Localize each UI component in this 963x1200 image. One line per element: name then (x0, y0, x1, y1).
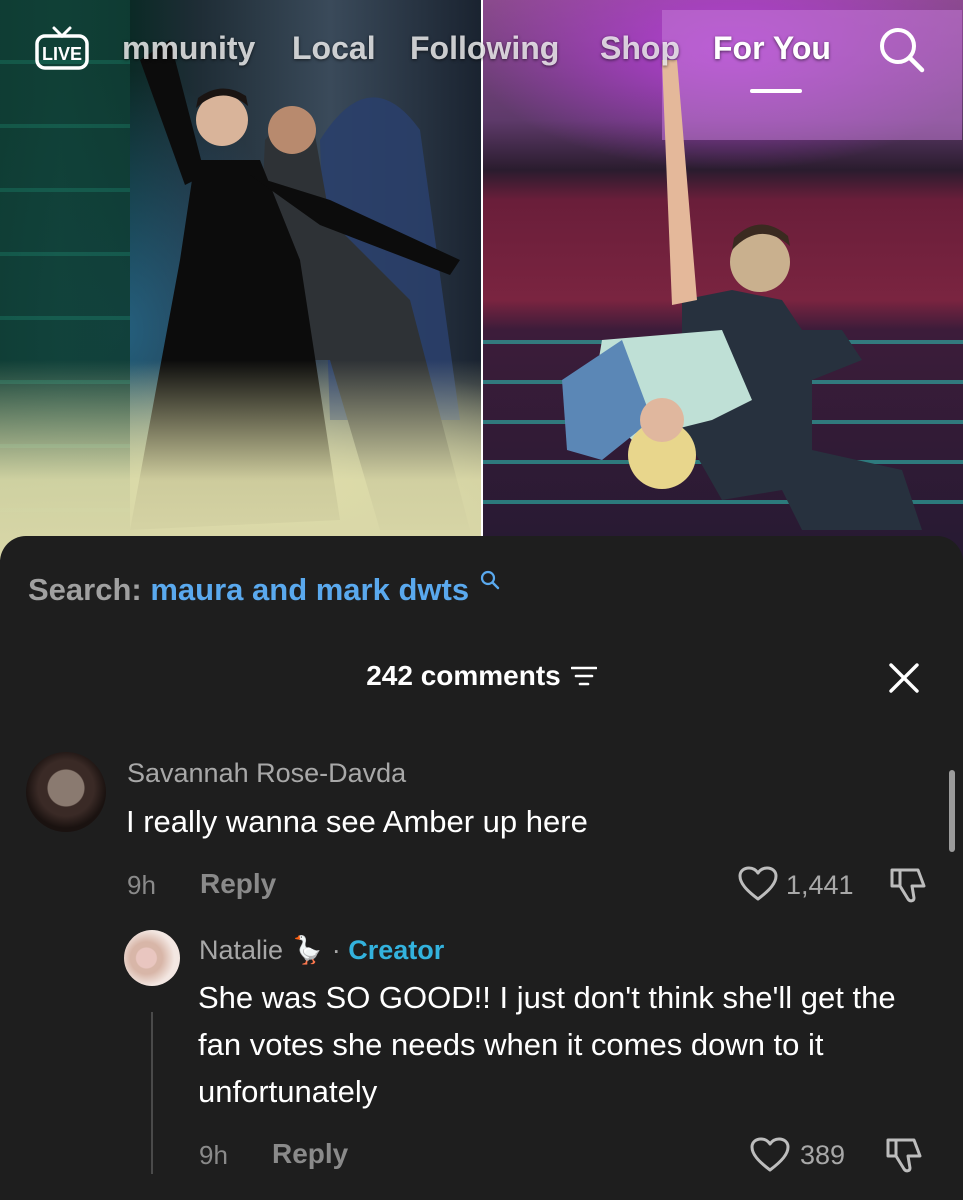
like-count: 389 (800, 1140, 846, 1170)
search-term-link[interactable]: maura and mark dwts (150, 572, 469, 607)
tab-community[interactable]: mmunity (122, 30, 255, 67)
avatar[interactable] (26, 752, 106, 832)
comments-sheet: Search: maura and mark dwts 242 comments… (0, 536, 963, 1200)
like-count: 1,441 (786, 870, 854, 900)
goose-emoji: 🪿 (290, 935, 325, 965)
tab-following[interactable]: Following (410, 30, 559, 67)
search-label: Search: (28, 572, 142, 607)
video-player[interactable]: LIVE mmunity Local Following Shop For Yo… (0, 0, 963, 560)
creator-badge: Creator (348, 935, 445, 965)
search-suggestion[interactable]: Search: maura and mark dwts (28, 570, 500, 608)
reply-button[interactable]: Reply (272, 1138, 348, 1170)
dislike-icon[interactable] (888, 866, 930, 904)
reply-author-row: Natalie 🪿 · Creator (199, 934, 444, 966)
live-label: LIVE (42, 44, 82, 64)
separator-dot: · (331, 935, 341, 965)
tab-for-you[interactable]: For You (713, 30, 831, 67)
heart-icon[interactable] (750, 1137, 790, 1173)
comment-time: 9h (127, 870, 156, 900)
comment-author[interactable]: Savannah Rose-Davda (127, 758, 406, 789)
search-icon[interactable] (876, 24, 926, 74)
active-tab-indicator (750, 89, 802, 93)
heart-icon[interactable] (738, 866, 778, 902)
thread-line (151, 1012, 153, 1174)
scrollbar[interactable] (949, 770, 955, 852)
comments-count: 242 comments (366, 660, 561, 691)
reply-text: She was SO GOOD!! I just don't think she… (198, 980, 896, 1109)
close-icon[interactable] (888, 662, 920, 694)
tab-shop[interactable]: Shop (600, 30, 680, 67)
sort-icon[interactable] (570, 665, 597, 687)
comment-text: I really wanna see Amber up here (126, 804, 588, 839)
stage-fog (0, 360, 481, 560)
search-icon (480, 570, 499, 590)
tab-local[interactable]: Local (292, 30, 376, 67)
dislike-icon[interactable] (884, 1136, 926, 1174)
reply-author[interactable]: Natalie (199, 935, 283, 965)
comments-header: 242 comments (0, 660, 963, 692)
live-icon[interactable]: LIVE (34, 24, 90, 72)
top-nav: LIVE mmunity Local Following Shop For Yo… (0, 0, 963, 100)
reply-button[interactable]: Reply (200, 868, 276, 900)
reply-time: 9h (199, 1140, 228, 1170)
avatar[interactable] (124, 930, 180, 986)
